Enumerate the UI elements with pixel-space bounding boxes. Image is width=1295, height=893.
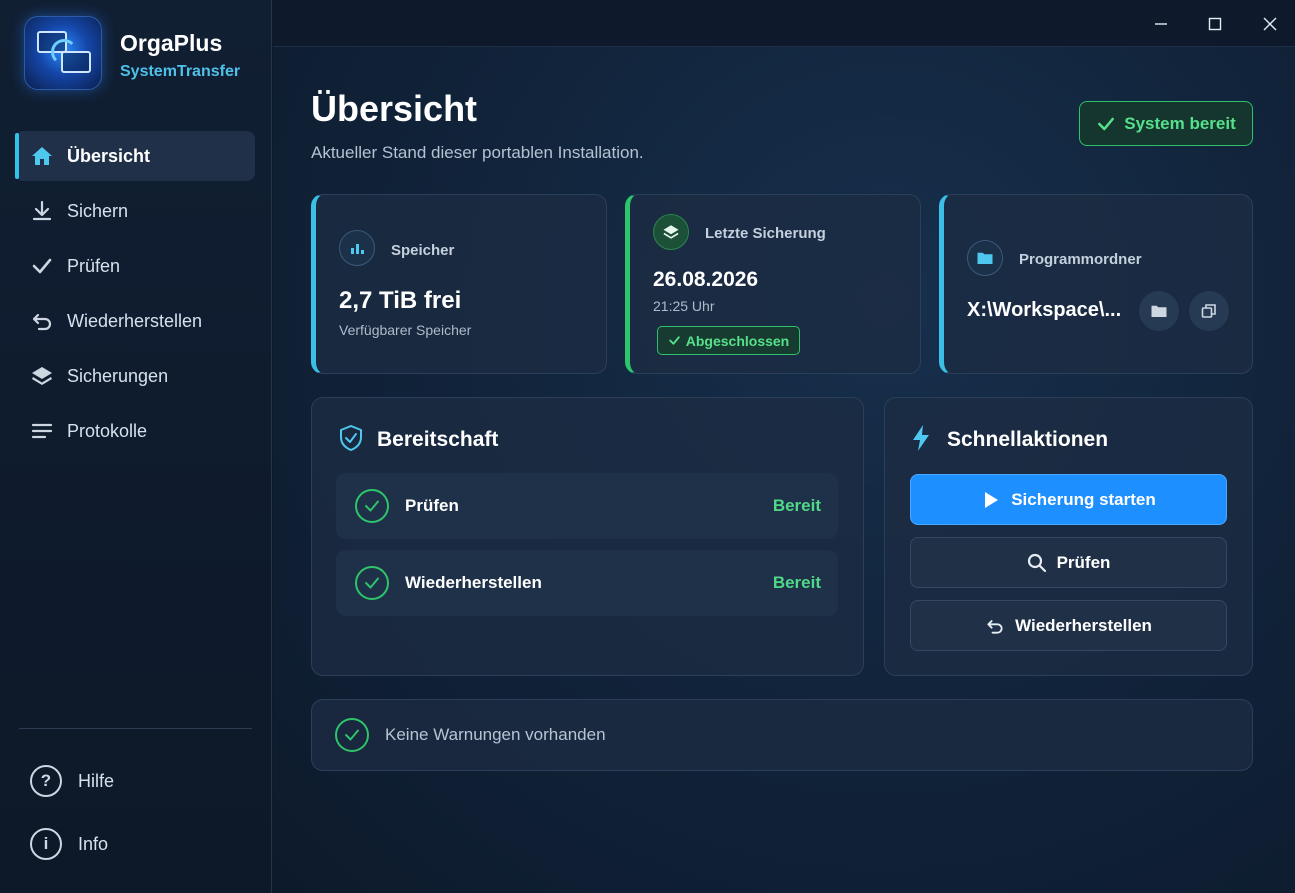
- info-icon: i: [30, 828, 62, 860]
- help-icon: ?: [30, 765, 62, 797]
- sidebar-item-wiederherstellen[interactable]: Wiederherstellen: [15, 296, 255, 346]
- sidebar-item-hilfe[interactable]: ? Hilfe: [30, 763, 230, 799]
- sidebar: OrgaPlus SystemTransfer Übersicht Sicher…: [0, 0, 272, 893]
- program-folder-path: X:\Workspace\...: [967, 299, 1122, 321]
- search-icon: [1027, 553, 1046, 572]
- sidebar-item-sicherungen[interactable]: Sicherungen: [15, 351, 255, 401]
- app-subtitle: SystemTransfer: [120, 63, 241, 80]
- maximize-button[interactable]: [1199, 8, 1231, 40]
- lightning-icon: [913, 425, 929, 451]
- sidebar-item-sichern[interactable]: Sichern: [15, 186, 255, 236]
- sidebar-item-label: Sicherungen: [67, 365, 169, 386]
- app-window: OrgaPlus SystemTransfer Übersicht Sicher…: [0, 0, 1295, 893]
- minimize-icon: [1155, 23, 1167, 25]
- titlebar-divider: [273, 46, 1295, 47]
- sidebar-item-label: Sichern: [67, 200, 129, 221]
- sidebar-divider: [19, 728, 252, 729]
- app-logo: [24, 16, 102, 90]
- download-icon: [29, 198, 55, 224]
- check-circle-icon: [335, 718, 369, 752]
- sidebar-item-info[interactable]: i Info: [30, 826, 230, 862]
- folder-icon: [1151, 305, 1167, 317]
- sidebar-item-label: Info: [78, 833, 109, 854]
- storage-value: 2,7 TiB frei: [339, 287, 462, 314]
- folder-icon: [967, 240, 1003, 276]
- check-circle-icon: [355, 489, 389, 523]
- last-backup-card: Letzte Sicherung 26.08.2026 21:25 Uhr Ab…: [625, 194, 921, 374]
- home-icon: [29, 143, 55, 169]
- close-button[interactable]: [1254, 8, 1286, 40]
- sidebar-item-label: Protokolle: [67, 420, 148, 441]
- readiness-title: Bereitschaft: [377, 428, 499, 451]
- readiness-name: Wiederherstellen: [405, 573, 542, 592]
- warnings-bar: Keine Warnungen vorhanden: [311, 699, 1253, 771]
- sidebar-item-label: Wiederherstellen: [67, 310, 203, 331]
- maximize-icon: [1208, 17, 1222, 31]
- program-folder-card: Programmordner X:\Workspace\...: [939, 194, 1253, 374]
- readiness-state: Bereit: [772, 573, 821, 592]
- sidebar-item-uebersicht[interactable]: Übersicht: [15, 131, 255, 181]
- check-label: Prüfen: [1056, 552, 1111, 572]
- check-circle-icon: [355, 566, 389, 600]
- start-backup-button[interactable]: Sicherung starten: [910, 474, 1227, 525]
- readiness-state: Bereit: [772, 496, 821, 515]
- app-name: OrgaPlus: [120, 30, 223, 56]
- storage-label: Speicher: [391, 242, 455, 259]
- sidebar-item-pruefen[interactable]: Prüfen: [15, 241, 255, 291]
- page-title: Übersicht: [311, 88, 478, 129]
- close-icon: [1263, 17, 1277, 31]
- copy-icon: [1201, 304, 1216, 318]
- sidebar-item-label: Prüfen: [67, 255, 121, 276]
- restore-label: Wiederherstellen: [1015, 615, 1152, 635]
- undo-icon: [987, 619, 1003, 634]
- readiness-row: Wiederherstellen Bereit: [336, 550, 838, 616]
- completed-badge: Abgeschlossen: [657, 326, 800, 355]
- sidebar-nav: Übersicht Sichern Prüfen Wiederherstelle…: [15, 131, 255, 461]
- last-backup-date: 26.08.2026: [653, 268, 759, 291]
- restore-button[interactable]: Wiederherstellen: [910, 600, 1227, 651]
- readiness-row: Prüfen Bereit: [336, 473, 838, 539]
- undo-icon: [29, 308, 55, 334]
- check-button[interactable]: Prüfen: [910, 537, 1227, 588]
- last-backup-time: 21:25 Uhr: [653, 298, 715, 314]
- sidebar-item-label: Hilfe: [78, 770, 115, 791]
- quick-actions-title: Schnellaktionen: [947, 428, 1109, 451]
- shield-icon: [340, 425, 362, 451]
- check-icon: [668, 336, 680, 345]
- layers-icon: [29, 363, 55, 389]
- readiness-card: Bereitschaft Prüfen Bereit Wiederherstel…: [311, 397, 864, 676]
- list-icon: [29, 418, 55, 444]
- program-folder-label: Programmordner: [1019, 251, 1142, 268]
- copy-path-button[interactable]: [1189, 291, 1229, 331]
- bar-chart-icon: [339, 230, 375, 266]
- open-folder-button[interactable]: [1139, 291, 1179, 331]
- page-subtitle: Aktueller Stand dieser portablen Install…: [311, 143, 644, 162]
- last-backup-label: Letzte Sicherung: [705, 225, 826, 242]
- storage-caption: Verfügbarer Speicher: [339, 322, 472, 338]
- check-icon: [1098, 117, 1115, 130]
- layers-icon: [653, 214, 689, 250]
- readiness-name: Prüfen: [405, 496, 459, 515]
- sidebar-item-label: Übersicht: [67, 145, 151, 166]
- play-icon: [985, 491, 999, 508]
- warnings-text: Keine Warnungen vorhanden: [385, 725, 606, 744]
- sidebar-item-protokolle[interactable]: Protokolle: [15, 406, 255, 456]
- start-backup-label: Sicherung starten: [1011, 489, 1156, 509]
- check-icon: [29, 253, 55, 279]
- minimize-button[interactable]: [1145, 8, 1177, 40]
- storage-card: Speicher 2,7 TiB frei Verfügbarer Speich…: [311, 194, 607, 374]
- completed-label: Abgeschlossen: [685, 332, 790, 349]
- status-label: System bereit: [1124, 113, 1236, 133]
- status-badge: System bereit: [1079, 101, 1253, 146]
- quick-actions-card: Schnellaktionen Sicherung starten Prüfen…: [884, 397, 1253, 676]
